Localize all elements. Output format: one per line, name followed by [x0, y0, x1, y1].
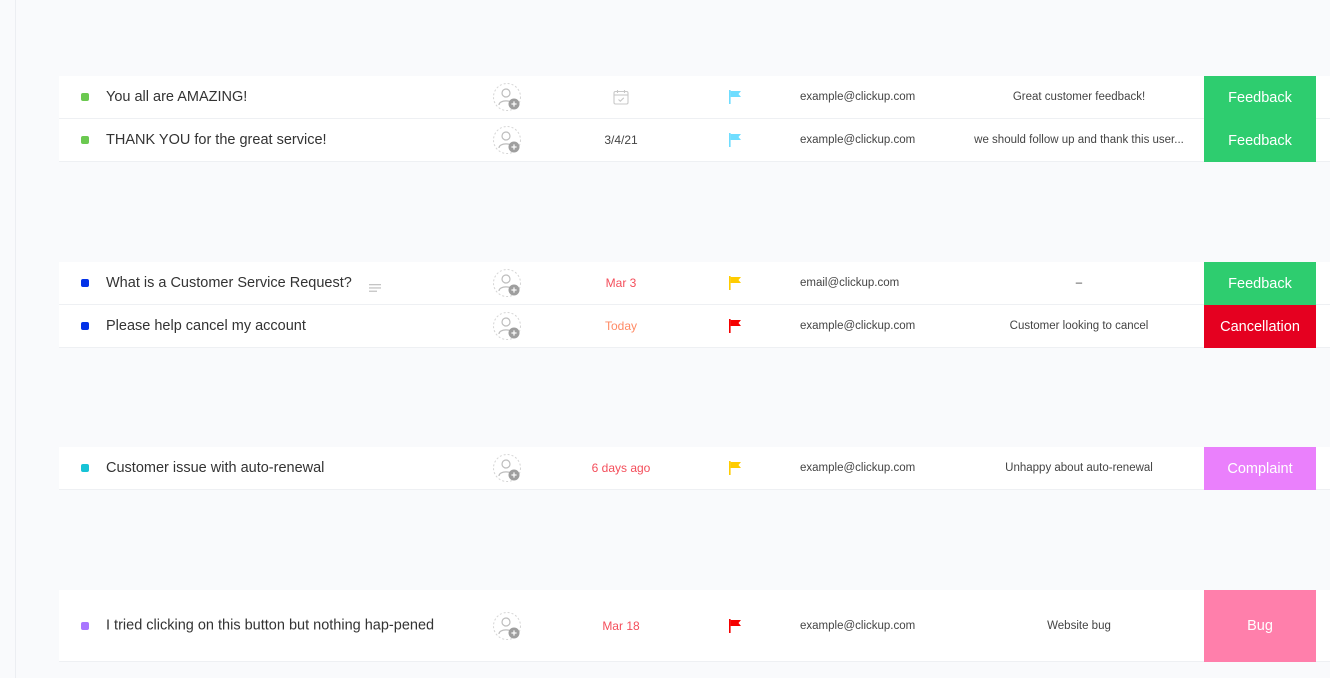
- task-group: What is a Customer Service Request? Mar …: [59, 262, 1330, 348]
- add-assignee-icon[interactable]: [492, 125, 524, 157]
- due-date[interactable]: Mar 18: [559, 619, 683, 633]
- due-date[interactable]: Today: [559, 319, 683, 333]
- priority-flag-icon[interactable]: [727, 89, 743, 105]
- add-assignee-icon[interactable]: [492, 453, 524, 485]
- status-indicator[interactable]: [81, 136, 89, 144]
- email-field[interactable]: example@clickup.com: [800, 134, 915, 146]
- priority-flag-icon[interactable]: [727, 275, 743, 291]
- email-field[interactable]: email@clickup.com: [800, 277, 899, 289]
- note-field[interactable]: –: [959, 277, 1199, 289]
- add-assignee-icon[interactable]: [492, 311, 524, 343]
- task-row[interactable]: Customer issue with auto-renewal 6 days …: [59, 447, 1330, 490]
- note-field[interactable]: Customer looking to cancel: [959, 320, 1199, 332]
- add-assignee-icon[interactable]: [492, 611, 524, 643]
- task-row[interactable]: You all are AMAZING! example@clickup.com…: [59, 76, 1330, 119]
- priority-flag-icon[interactable]: [727, 318, 743, 334]
- email-field[interactable]: example@clickup.com: [800, 91, 915, 103]
- due-date[interactable]: 6 days ago: [559, 461, 683, 475]
- task-name[interactable]: What is a Customer Service Request?: [106, 275, 352, 291]
- category-tag[interactable]: Feedback: [1204, 262, 1316, 305]
- due-date[interactable]: Mar 3: [559, 276, 683, 290]
- status-indicator[interactable]: [81, 464, 89, 472]
- task-row[interactable]: THANK YOU for the great service! 3/4/21 …: [59, 119, 1330, 162]
- note-field[interactable]: Website bug: [959, 620, 1199, 632]
- sidebar-divider: [15, 0, 16, 678]
- task-list-view: You all are AMAZING! example@clickup.com…: [0, 0, 1330, 678]
- add-assignee-icon[interactable]: [492, 268, 524, 300]
- task-name[interactable]: I tried clicking on this button but noth…: [106, 611, 436, 640]
- status-indicator[interactable]: [81, 93, 89, 101]
- priority-flag-icon[interactable]: [727, 618, 743, 634]
- category-tag[interactable]: Bug: [1204, 590, 1316, 662]
- status-indicator[interactable]: [81, 621, 89, 630]
- status-indicator[interactable]: [81, 279, 89, 287]
- category-tag[interactable]: Feedback: [1204, 76, 1316, 119]
- email-field[interactable]: example@clickup.com: [800, 620, 915, 632]
- task-group: Customer issue with auto-renewal 6 days …: [59, 447, 1330, 490]
- add-assignee-icon[interactable]: [492, 82, 524, 114]
- task-row[interactable]: What is a Customer Service Request? Mar …: [59, 262, 1330, 305]
- category-tag[interactable]: Cancellation: [1204, 305, 1316, 348]
- task-row[interactable]: I tried clicking on this button but noth…: [59, 590, 1330, 662]
- priority-flag-icon[interactable]: [727, 460, 743, 476]
- task-row[interactable]: Please help cancel my account Today exam…: [59, 305, 1330, 348]
- task-name[interactable]: THANK YOU for the great service!: [106, 132, 327, 148]
- email-field[interactable]: example@clickup.com: [800, 462, 915, 474]
- calendar-icon[interactable]: [612, 88, 630, 106]
- note-field[interactable]: we should follow up and thank this user.…: [959, 134, 1199, 146]
- note-field[interactable]: Unhappy about auto-renewal: [959, 462, 1199, 474]
- note-field[interactable]: Great customer feedback!: [959, 91, 1199, 103]
- category-tag[interactable]: Complaint: [1204, 447, 1316, 490]
- due-date[interactable]: 3/4/21: [559, 133, 683, 147]
- task-name[interactable]: You all are AMAZING!: [106, 89, 247, 105]
- category-tag[interactable]: Feedback: [1204, 119, 1316, 162]
- priority-flag-icon[interactable]: [727, 132, 743, 148]
- description-lines-icon: [369, 279, 381, 292]
- status-indicator[interactable]: [81, 322, 89, 330]
- task-group: I tried clicking on this button but noth…: [59, 590, 1330, 662]
- task-name[interactable]: Customer issue with auto-renewal: [106, 460, 324, 476]
- task-group: You all are AMAZING! example@clickup.com…: [59, 76, 1330, 162]
- email-field[interactable]: example@clickup.com: [800, 320, 915, 332]
- task-name[interactable]: Please help cancel my account: [106, 318, 306, 334]
